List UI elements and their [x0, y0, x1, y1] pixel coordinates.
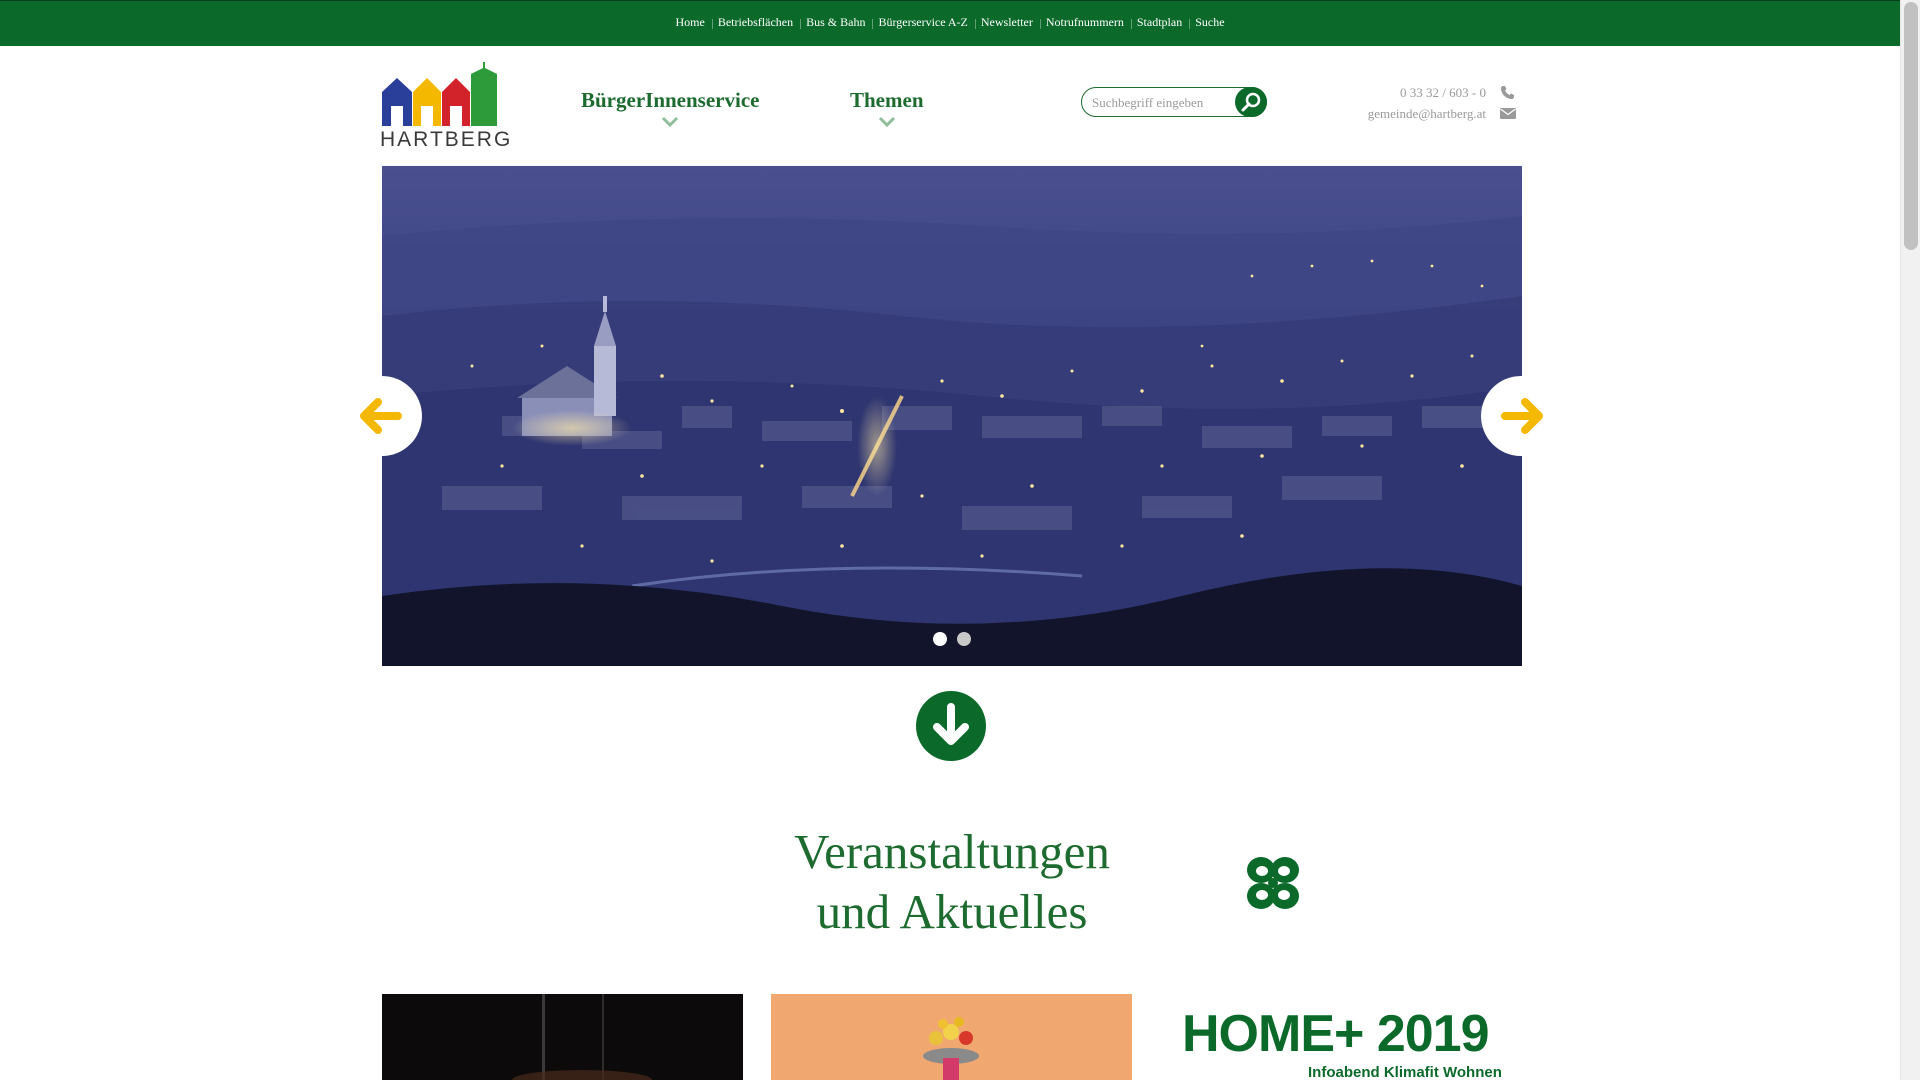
slider-dots: [933, 632, 971, 646]
slider-next-button[interactable]: [1481, 376, 1561, 456]
top-nav-buergerservice[interactable]: Bürgerservice A-Z: [872, 15, 972, 30]
news-card-3-title: HOME+ 2019: [1182, 1005, 1489, 1063]
search-input[interactable]: [1092, 94, 1222, 112]
top-nav-home[interactable]: Home: [670, 15, 709, 30]
hero-slider[interactable]: [382, 166, 1522, 666]
clover-icon: [1247, 857, 1299, 909]
envelope-icon: [1500, 108, 1516, 119]
news-card-3-subtitle: Infoabend Klimafit Wohnen: [1308, 1064, 1502, 1080]
email-address: gemeinde@hartberg.at: [1367, 106, 1486, 121]
section-title-line1: Veranstaltungen: [794, 824, 1110, 879]
top-nav: Home Betriebsflächen Bus & Bahn Bürgerse…: [0, 15, 1900, 30]
top-nav-stadtplan[interactable]: Stadtplan: [1130, 15, 1187, 30]
nav-themen-label: Themen: [850, 88, 924, 112]
logo-houses-icon: [382, 62, 497, 126]
section-title: Veranstaltungen und Aktuelles: [700, 822, 1204, 942]
scroll-down-button[interactable]: [916, 691, 986, 761]
news-card-3[interactable]: HOME+ 2019 Infoabend Klimafit Wohnen: [1160, 994, 1521, 1080]
scrollbar-thumb[interactable]: [1904, 2, 1918, 250]
page-scrollbar[interactable]: [1900, 0, 1920, 1080]
phone-icon: [1501, 86, 1514, 99]
arrow-right-icon: [1501, 398, 1543, 434]
hartberg-logo[interactable]: HARTBERG: [380, 60, 513, 152]
nav-themen[interactable]: Themen: [850, 88, 924, 128]
top-bar: Home Betriebsflächen Bus & Bahn Bürgerse…: [0, 0, 1900, 46]
news-card-1[interactable]: [382, 994, 743, 1080]
nav-buergerinnenservice-label: BürgerInnenservice: [581, 88, 760, 112]
section-title-line2: und Aktuelles: [816, 884, 1088, 939]
contact-info: 0 33 32 / 603 - 0 gemeinde@hartberg.at: [1340, 82, 1516, 124]
top-nav-betriebsflaechen[interactable]: Betriebsflächen: [711, 15, 798, 30]
top-nav-bus-bahn[interactable]: Bus & Bahn: [800, 15, 870, 30]
slider-prev-button[interactable]: [342, 376, 422, 456]
search-button[interactable]: [1235, 87, 1267, 117]
contact-phone[interactable]: 0 33 32 / 603 - 0: [1340, 82, 1516, 103]
phone-number: 0 33 32 / 603 - 0: [1400, 85, 1486, 100]
arrow-left-icon: [360, 398, 402, 434]
logo-text: HARTBERG: [380, 128, 513, 151]
hero-image-night-town: [382, 166, 1522, 666]
contact-email[interactable]: gemeinde@hartberg.at: [1340, 103, 1516, 124]
search-box: [1081, 87, 1267, 117]
chevron-down-icon: [878, 116, 895, 128]
nav-buergerinnenservice[interactable]: BürgerInnenservice: [581, 88, 760, 128]
news-card-1-image: [382, 994, 743, 1080]
news-card-2-image: [771, 994, 1132, 1080]
chevron-down-icon: [662, 116, 679, 128]
search-icon: [1241, 92, 1261, 112]
news-card-2[interactable]: [771, 994, 1132, 1080]
top-nav-newsletter[interactable]: Newsletter: [974, 15, 1038, 30]
top-nav-suche[interactable]: Suche: [1189, 15, 1229, 30]
slider-dot-1[interactable]: [933, 632, 947, 646]
slider-dot-2[interactable]: [957, 632, 971, 646]
arrow-down-icon: [933, 703, 969, 745]
top-nav-notrufnummern[interactable]: Notrufnummern: [1039, 15, 1129, 30]
